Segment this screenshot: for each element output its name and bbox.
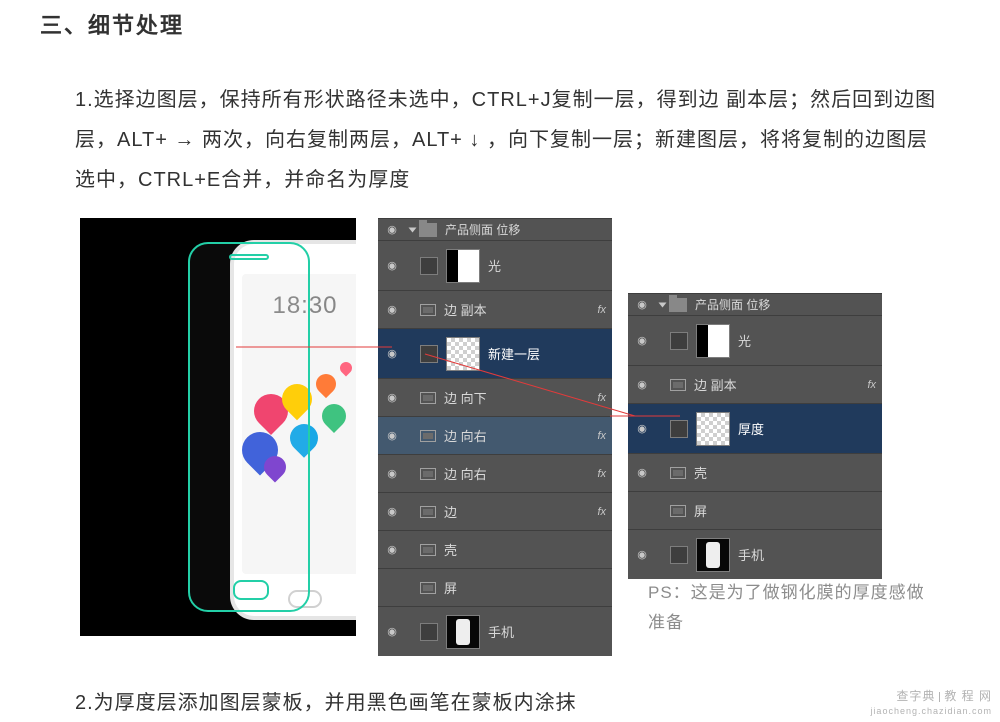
folder-icon: [669, 298, 687, 312]
tempered-glass-outline: [188, 242, 310, 612]
visibility-toggle-icon[interactable]: ◉: [628, 466, 656, 479]
film-speaker-cutout: [229, 254, 269, 260]
layer-label: 边 向右: [444, 426, 487, 445]
layer-effects-icon[interactable]: fx: [597, 304, 606, 316]
layer-thumbnail: [696, 324, 730, 358]
visibility-toggle-icon[interactable]: ◉: [378, 505, 406, 518]
layer-row[interactable]: ◉ 边 副本 fx: [628, 365, 882, 403]
shape-layer-icon: [420, 582, 436, 594]
layer-thumbnail: [696, 412, 730, 446]
layer-thumbnail: [696, 538, 730, 572]
layer-row[interactable]: ◉ 边 向下 fx: [378, 378, 612, 416]
layer-box-icon: [670, 546, 688, 564]
layer-thumbnail: [446, 249, 480, 283]
layer-box-icon: [420, 623, 438, 641]
layer-label: 手机: [488, 622, 514, 641]
layer-effects-icon[interactable]: fx: [597, 392, 606, 404]
layer-row[interactable]: ◉ 边 副本 fx: [378, 290, 612, 328]
visibility-toggle-icon[interactable]: ◉: [378, 259, 406, 272]
layer-label: 光: [488, 256, 501, 275]
layer-label: 光: [738, 331, 751, 350]
visibility-toggle-icon[interactable]: ◉: [378, 391, 406, 404]
step-1-text: 1.选择边图层，保持所有形状路径未选中，CTRL+J复制一层，得到边 副本层；然…: [75, 80, 940, 200]
wallpaper-shape: [312, 370, 340, 398]
visibility-toggle-icon[interactable]: ◉: [628, 378, 656, 391]
layer-label: 屏: [444, 578, 457, 597]
visibility-toggle-icon[interactable]: ◉: [378, 429, 406, 442]
layer-label: 边: [444, 502, 457, 521]
layer-effects-icon[interactable]: fx: [597, 468, 606, 480]
layer-row[interactable]: ◉壳: [378, 530, 612, 568]
layers-panel-left: ◉ 产品侧面 位移 ◉光◉边 副本fx◉新建一层◉边 向下fx◉边 向右fx◉边…: [378, 218, 612, 656]
visibility-toggle-icon[interactable]: ◉: [378, 467, 406, 480]
layer-label: 壳: [694, 463, 707, 482]
layer-row[interactable]: ◉ 新建一层: [378, 328, 612, 378]
shape-layer-icon: [670, 379, 686, 391]
layer-thumbnail: [446, 337, 480, 371]
layer-group-header[interactable]: ◉ 产品侧面 位移: [628, 293, 882, 315]
layer-label: 边 向右: [444, 464, 487, 483]
visibility-toggle-icon[interactable]: ◉: [628, 298, 656, 311]
shape-layer-icon: [420, 392, 436, 404]
layer-group-header[interactable]: ◉ 产品侧面 位移: [378, 218, 612, 240]
layer-effects-icon[interactable]: fx: [597, 506, 606, 518]
shape-layer-icon: [420, 304, 436, 316]
shape-layer-icon: [420, 430, 436, 442]
layer-row[interactable]: ◉壳: [628, 453, 882, 491]
layer-row[interactable]: ◉ 手机: [628, 529, 882, 579]
shape-layer-icon: [670, 467, 686, 479]
layer-effects-icon[interactable]: fx: [597, 430, 606, 442]
wallpaper-shape: [338, 360, 355, 377]
layer-label: 壳: [444, 540, 457, 559]
visibility-toggle-icon[interactable]: ◉: [628, 548, 656, 561]
wallpaper-shape: [317, 399, 351, 433]
watermark: 查字典教 程 网 jiaocheng.chazidian.com: [870, 689, 992, 718]
ps-note: PS：这是为了做钢化膜的厚度感做准备: [648, 578, 928, 638]
shape-layer-icon: [420, 544, 436, 556]
shape-layer-icon: [420, 506, 436, 518]
layer-label: 厚度: [738, 419, 764, 438]
layer-row[interactable]: ◉ 厚度: [628, 403, 882, 453]
layers-panel-right: ◉ 产品侧面 位移 ◉光◉边 副本fx◉厚度◉壳屏◉手机: [628, 293, 882, 579]
layer-box-icon: [670, 420, 688, 438]
visibility-toggle-icon[interactable]: ◉: [628, 422, 656, 435]
step-2-text: 2.为厚度层添加图层蒙板，并用黑色画笔在蒙板内涂抹: [75, 686, 577, 715]
layer-label: 新建一层: [488, 344, 540, 363]
layer-row[interactable]: ◉ 边 fx: [378, 492, 612, 530]
shape-layer-icon: [420, 468, 436, 480]
layer-row[interactable]: 屏: [378, 568, 612, 606]
folder-icon: [419, 223, 437, 237]
visibility-toggle-icon[interactable]: ◉: [378, 303, 406, 316]
group-name: 产品侧面 位移: [445, 221, 520, 238]
layer-label: 边 副本: [444, 300, 487, 319]
layer-effects-icon[interactable]: fx: [867, 379, 876, 391]
layer-row[interactable]: 屏: [628, 491, 882, 529]
layer-row[interactable]: ◉光: [628, 315, 882, 365]
phone-preview: 18:30: [80, 218, 356, 636]
layer-row[interactable]: ◉ 边 向右 fx: [378, 416, 612, 454]
shape-layer-icon: [670, 505, 686, 517]
visibility-toggle-icon[interactable]: ◉: [378, 625, 406, 638]
group-name: 产品侧面 位移: [695, 296, 770, 313]
visibility-toggle-icon[interactable]: ◉: [628, 334, 656, 347]
layer-box-icon: [420, 345, 438, 363]
layer-label: 边 副本: [694, 375, 737, 394]
layer-label: 屏: [694, 501, 707, 520]
layer-row[interactable]: ◉光: [378, 240, 612, 290]
layer-row[interactable]: ◉ 手机: [378, 606, 612, 656]
disclosure-triangle-icon[interactable]: [659, 302, 667, 307]
layer-label: 边 向下: [444, 388, 487, 407]
disclosure-triangle-icon[interactable]: [409, 227, 417, 232]
layer-thumbnail: [446, 615, 480, 649]
visibility-toggle-icon[interactable]: ◉: [378, 223, 406, 236]
layer-label: 手机: [738, 545, 764, 564]
layer-box-icon: [420, 257, 438, 275]
layer-row[interactable]: ◉ 边 向右 fx: [378, 454, 612, 492]
layer-box-icon: [670, 332, 688, 350]
visibility-toggle-icon[interactable]: ◉: [378, 543, 406, 556]
visibility-toggle-icon[interactable]: ◉: [378, 347, 406, 360]
section-heading: 三、细节处理: [40, 8, 184, 40]
